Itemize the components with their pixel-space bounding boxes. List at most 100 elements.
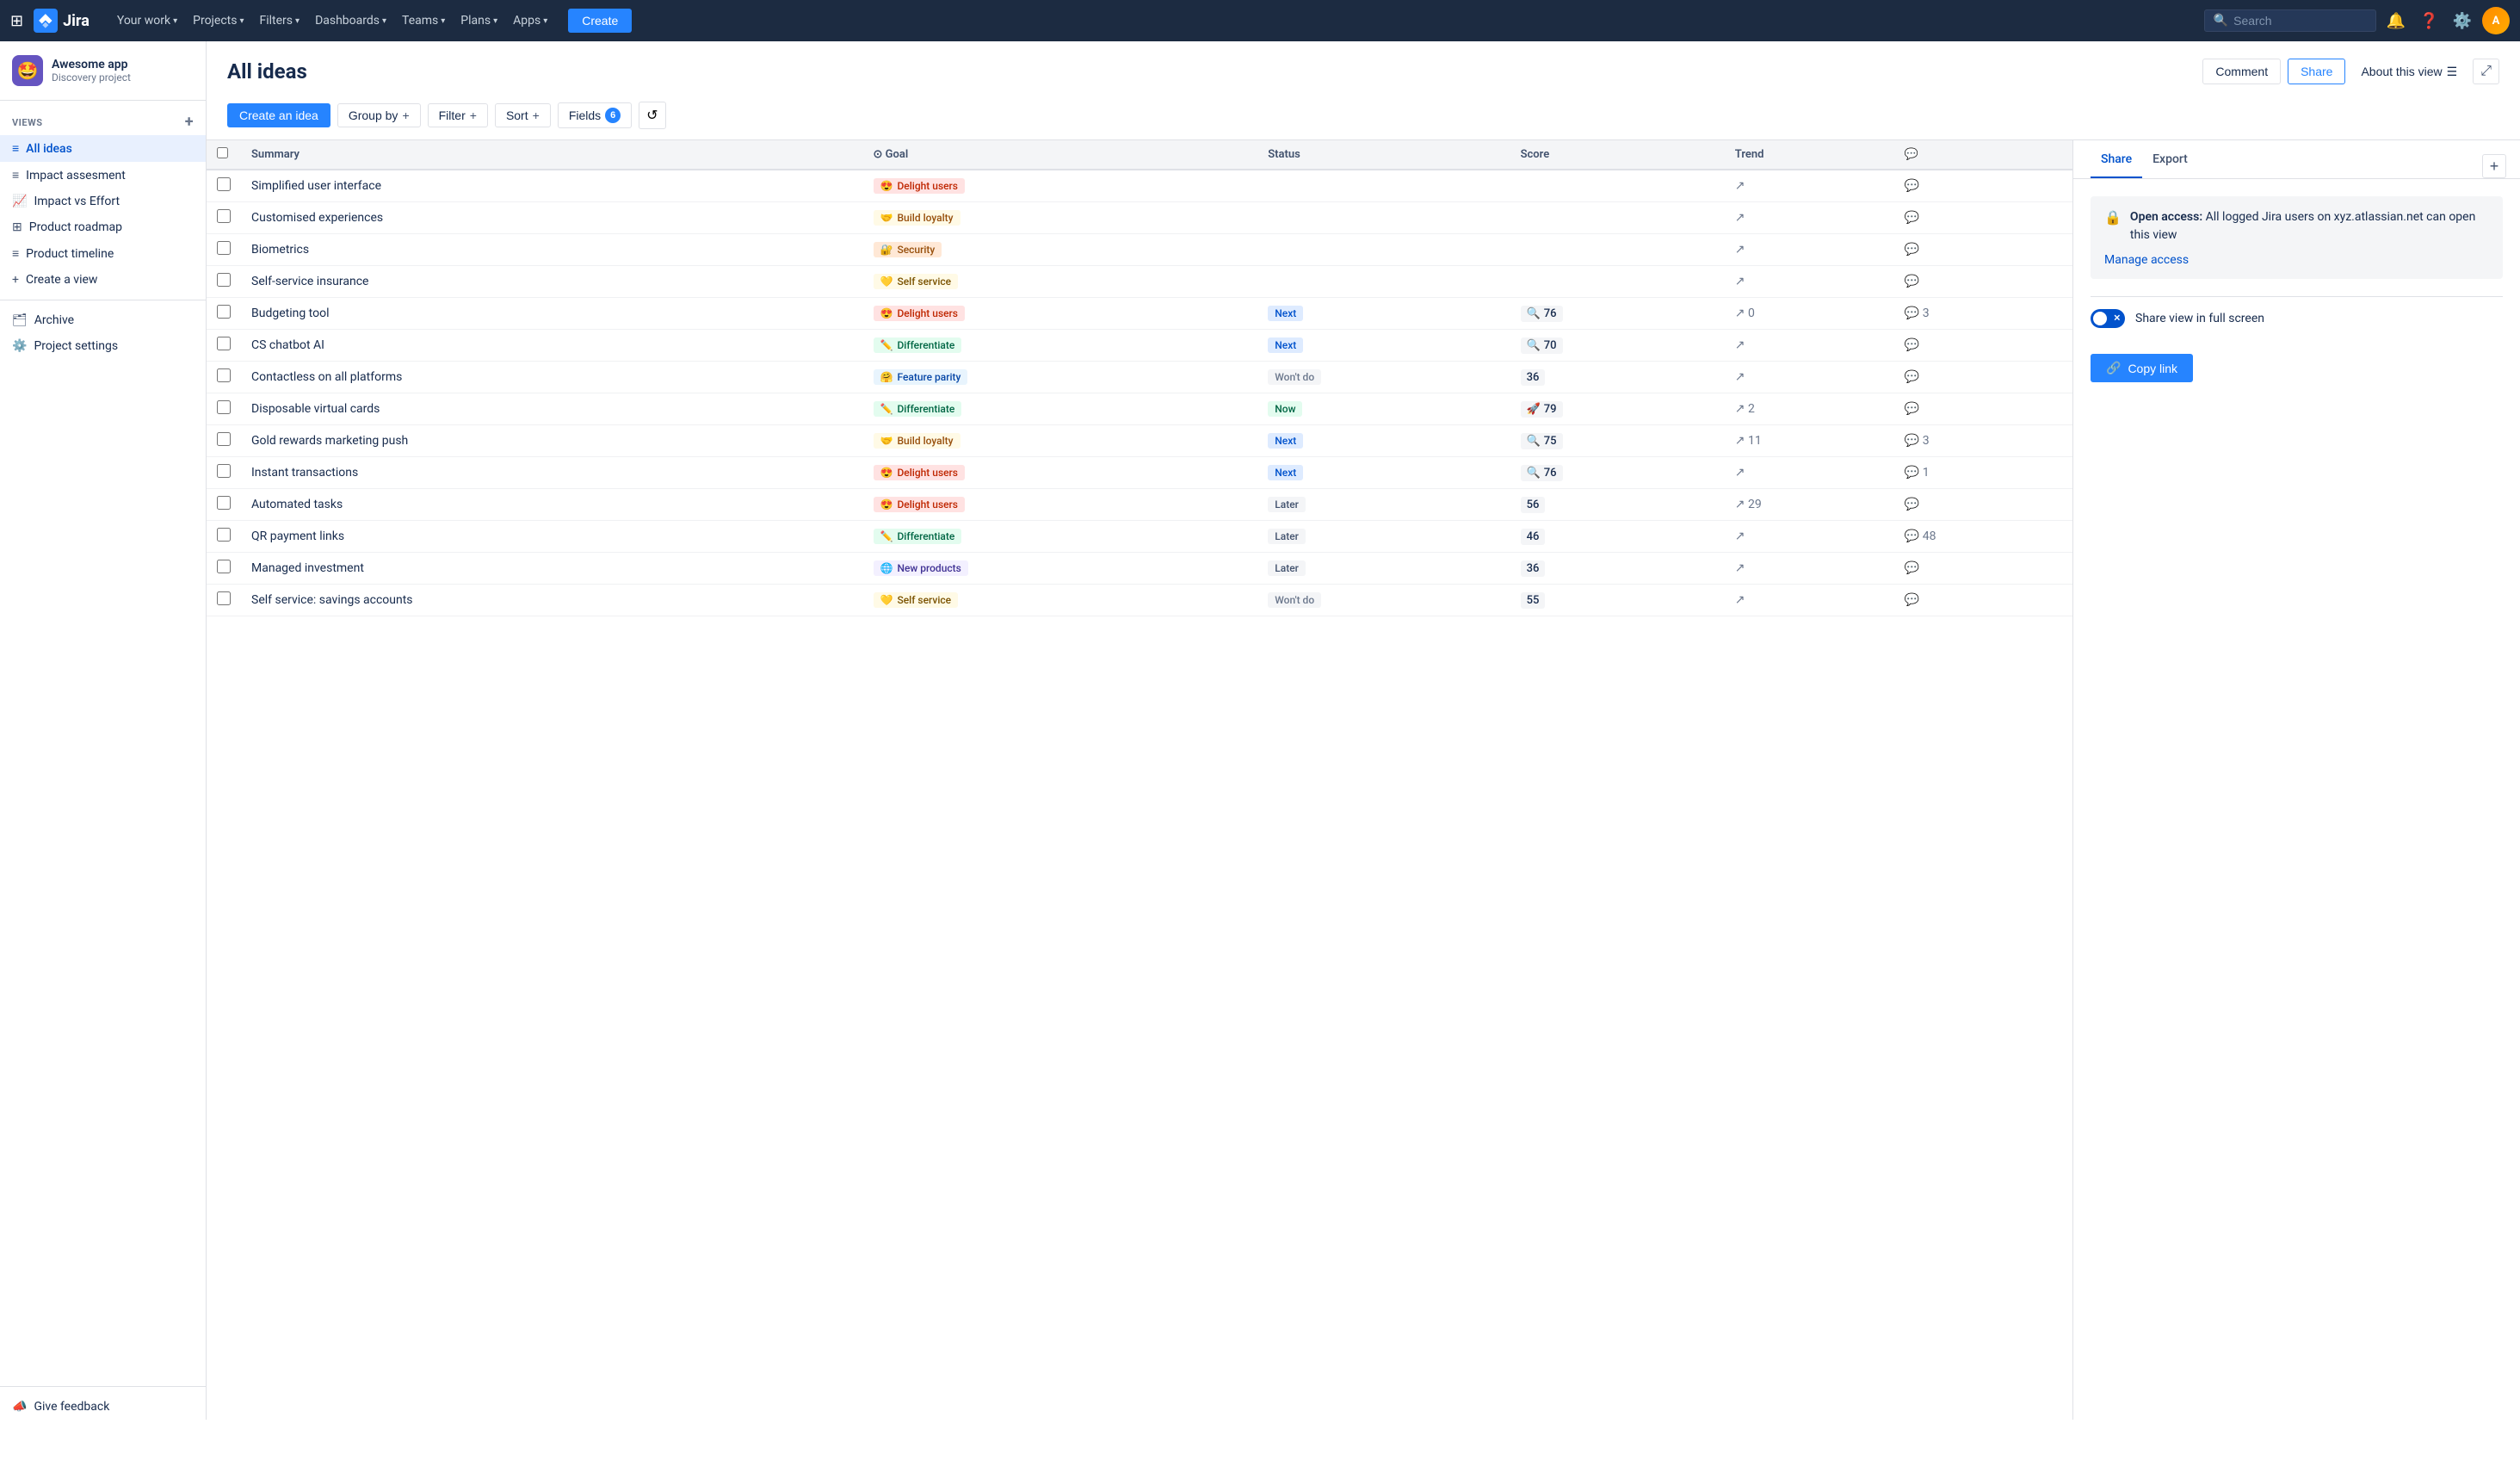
nav-item-plans[interactable]: Plans▾ <box>454 10 504 31</box>
sidebar-icon-3: ⊞ <box>12 220 22 234</box>
sidebar-item-settings[interactable]: ⚙️ Project settings <box>0 333 206 359</box>
about-button[interactable]: About this view ☰ <box>2352 59 2466 84</box>
cell-checkbox[interactable] <box>207 457 241 489</box>
cell-checkbox[interactable] <box>207 170 241 202</box>
share-button[interactable]: Share <box>2288 59 2345 84</box>
cell-summary: Instant transactions <box>241 457 863 489</box>
sidebar-item-create-a-view[interactable]: +Create a view <box>0 267 206 293</box>
cell-goal: 💛 Self service <box>863 585 1258 616</box>
table-row: Self service: savings accounts 💛 Self se… <box>207 585 2072 616</box>
fullscreen-toggle[interactable]: ✕ <box>2091 309 2125 328</box>
sidebar-item-archive[interactable]: 🗂 Archive <box>0 307 206 333</box>
help-icon[interactable]: ❓ <box>2416 9 2442 34</box>
cell-comments: 💬 <box>1894 489 2072 521</box>
nav-create-button[interactable]: Create <box>568 9 632 33</box>
cell-checkbox[interactable] <box>207 585 241 616</box>
main-content: All ideas Comment Share About this view … <box>207 41 2520 1420</box>
cell-summary: Self-service insurance <box>241 266 863 298</box>
filter-plus-icon: + <box>470 108 477 122</box>
cell-checkbox[interactable] <box>207 298 241 330</box>
table-row: CS chatbot AI ✏️ Differentiate Next 🔍70 … <box>207 330 2072 362</box>
nav-item-apps[interactable]: Apps▾ <box>506 10 554 31</box>
sidebar-item-impact-vs-effort[interactable]: 📈Impact vs Effort <box>0 189 206 214</box>
ideas-table-wrapper[interactable]: Summary ⊙ Goal Status Score Trend 💬 Simp… <box>207 140 2072 1420</box>
col-trend[interactable]: Trend <box>1725 140 1894 170</box>
manage-access-link[interactable]: Manage access <box>2104 253 2189 267</box>
nav-item-your-work[interactable]: Your work▾ <box>110 10 184 31</box>
sidebar-item-impact-assesment[interactable]: ≡Impact assesment <box>0 162 206 189</box>
cell-checkbox[interactable] <box>207 234 241 266</box>
cell-summary: Automated tasks <box>241 489 863 521</box>
cell-summary: Budgeting tool <box>241 298 863 330</box>
cell-comments: 💬 <box>1894 202 2072 234</box>
sidebar-item-product-timeline[interactable]: ≡Product timeline <box>0 240 206 267</box>
expand-button[interactable]: ⤢ <box>2473 59 2499 84</box>
settings-icon: ⚙️ <box>12 339 27 353</box>
panel-add-button[interactable]: + <box>2482 154 2506 178</box>
cell-checkbox[interactable] <box>207 553 241 585</box>
cell-summary: Simplified user interface <box>241 170 863 202</box>
col-status[interactable]: Status <box>1257 140 1510 170</box>
cell-checkbox[interactable] <box>207 393 241 425</box>
nav-item-filters[interactable]: Filters▾ <box>253 10 307 31</box>
refresh-button[interactable]: ↺ <box>639 102 665 129</box>
filter-button[interactable]: Filter + <box>428 103 488 127</box>
fields-button[interactable]: Fields 6 <box>558 102 632 128</box>
cell-score: 🔍76 <box>1510 457 1725 489</box>
nav-item-teams[interactable]: Teams▾ <box>395 10 452 31</box>
nav-item-projects[interactable]: Projects▾ <box>186 10 250 31</box>
settings-icon[interactable]: ⚙️ <box>2449 9 2475 34</box>
select-all-checkbox[interactable] <box>217 147 228 158</box>
toggle-row: ✕ Share view in full screen <box>2091 296 2503 340</box>
sort-button[interactable]: Sort + <box>495 103 551 127</box>
top-nav: ⊞ Jira Your work▾Projects▾Filters▾Dashbo… <box>0 0 2520 41</box>
nav-items: Your work▾Projects▾Filters▾Dashboards▾Te… <box>110 10 554 31</box>
feedback-icon: 📣 <box>12 1400 27 1414</box>
add-view-button[interactable]: + <box>185 115 194 130</box>
sidebar-icon-5: + <box>12 273 19 287</box>
cell-summary: CS chatbot AI <box>241 330 863 362</box>
tab-export[interactable]: Export <box>2142 140 2198 178</box>
sidebar-item-all-ideas[interactable]: ≡All ideas <box>0 135 206 162</box>
cell-score <box>1510 202 1725 234</box>
col-score[interactable]: Score <box>1510 140 1725 170</box>
col-summary[interactable]: Summary <box>241 140 863 170</box>
cell-checkbox[interactable] <box>207 489 241 521</box>
cell-checkbox[interactable] <box>207 425 241 457</box>
nav-logo[interactable]: Jira <box>34 9 90 33</box>
notifications-icon[interactable]: 🔔 <box>2383 9 2409 34</box>
grid-icon[interactable]: ⊞ <box>10 12 23 30</box>
cell-summary: Self service: savings accounts <box>241 585 863 616</box>
cell-comments: 💬 3 <box>1894 298 2072 330</box>
sidebar-item-product-roadmap[interactable]: ⊞Product roadmap <box>0 214 206 240</box>
cell-score: 🔍70 <box>1510 330 1725 362</box>
comment-button[interactable]: Comment <box>2202 59 2281 84</box>
search-input[interactable] <box>2233 14 2367 28</box>
search-box[interactable]: 🔍 <box>2204 9 2376 32</box>
cell-comments: 💬 <box>1894 362 2072 393</box>
cell-checkbox[interactable] <box>207 266 241 298</box>
groupby-button[interactable]: Group by + <box>337 103 421 127</box>
nav-item-dashboards[interactable]: Dashboards▾ <box>308 10 393 31</box>
copy-link-button[interactable]: 🔗 Copy link <box>2091 354 2193 382</box>
cell-checkbox[interactable] <box>207 362 241 393</box>
col-goal[interactable]: ⊙ Goal <box>863 140 1258 170</box>
create-idea-button[interactable]: Create an idea <box>227 103 330 127</box>
cell-checkbox[interactable] <box>207 330 241 362</box>
cell-checkbox[interactable] <box>207 521 241 553</box>
cell-checkbox[interactable] <box>207 202 241 234</box>
cell-summary: Disposable virtual cards <box>241 393 863 425</box>
tab-share[interactable]: Share <box>2091 140 2142 178</box>
cell-goal: 🔐 Security <box>863 234 1258 266</box>
panel-content: 🔒 Open access: All logged Jira users on … <box>2073 179 2520 399</box>
access-box: 🔒 Open access: All logged Jira users on … <box>2091 196 2503 279</box>
col-comments[interactable]: 💬 <box>1894 140 2072 170</box>
sidebar-item-feedback[interactable]: 📣 Give feedback <box>0 1394 206 1420</box>
access-text: Open access: All logged Jira users on xy… <box>2130 210 2475 242</box>
page-header-actions: Comment Share About this view ☰ ⤢ <box>2202 59 2499 84</box>
cell-trend: ↗ 29 <box>1725 489 1894 521</box>
cell-comments: 💬 <box>1894 234 2072 266</box>
sidebar-bottom-divider <box>0 1386 206 1387</box>
cell-score: 55 <box>1510 585 1725 616</box>
avatar[interactable]: A <box>2482 7 2510 34</box>
